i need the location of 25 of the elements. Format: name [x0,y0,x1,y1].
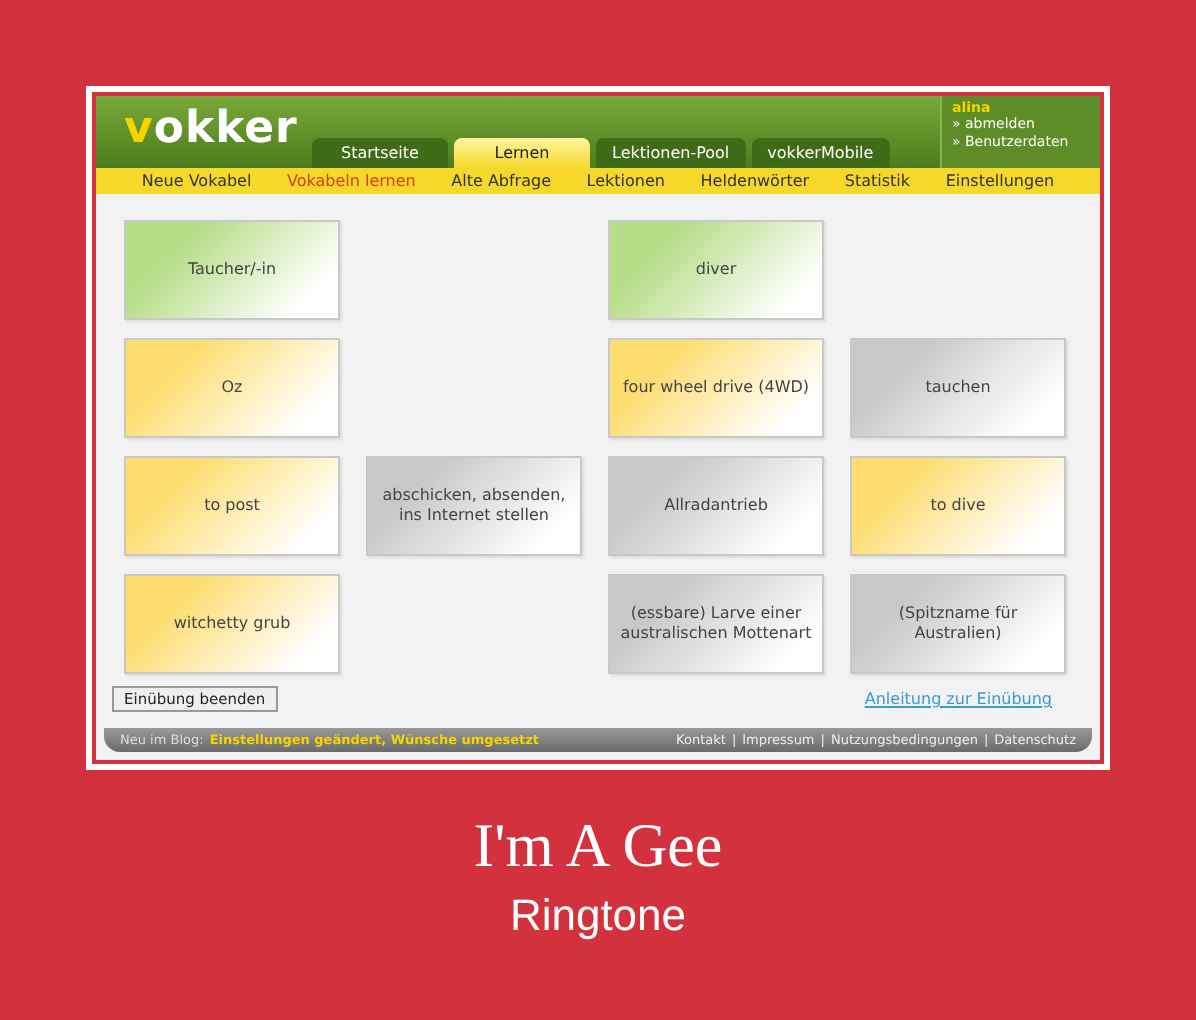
vocabulary-card[interactable]: Allradantrieb [608,456,824,556]
subnav-link[interactable]: Statistik [844,172,911,190]
nav-tab[interactable]: Startseite [312,138,448,168]
subnav-link[interactable]: Heldenwörter [700,172,810,190]
vocabulary-card[interactable]: Taucher/-in [124,220,340,320]
vocabulary-card[interactable]: four wheel drive (4WD) [608,338,824,438]
caption-title: I'm A Gee [473,810,723,882]
nav-tab[interactable]: vokkerMobile [751,138,890,168]
vocabulary-card[interactable]: (Spitzname für Australien) [850,574,1066,674]
vocabulary-card[interactable]: diver [608,220,824,320]
subnav-link[interactable]: Neue Vokabel [141,172,252,190]
vocabulary-card[interactable]: to dive [850,456,1066,556]
subnav-link[interactable]: Alte Abfrage [451,172,551,190]
vocabulary-card[interactable]: to post [124,456,340,556]
vocabulary-card[interactable]: (essbare) Larve einer australischen Mottenart [608,574,824,674]
vocabulary-card[interactable]: witchetty grub [124,574,340,674]
nav-tab[interactable]: Lektionen-Pool [596,138,746,168]
subnav-link[interactable]: Lektionen [586,172,665,190]
subnav-link[interactable]: Einstellungen [945,172,1055,190]
vocabulary-card[interactable]: tauchen [850,338,1066,438]
nav-tab[interactable]: Lernen [454,138,590,168]
logo[interactable]: vokker [96,104,312,168]
vocabulary-card[interactable]: abschicken, absenden, ins Internet stellen [366,456,582,556]
caption-subtitle: Ringtone [509,890,687,942]
vocabulary-card[interactable]: Oz [124,338,340,438]
